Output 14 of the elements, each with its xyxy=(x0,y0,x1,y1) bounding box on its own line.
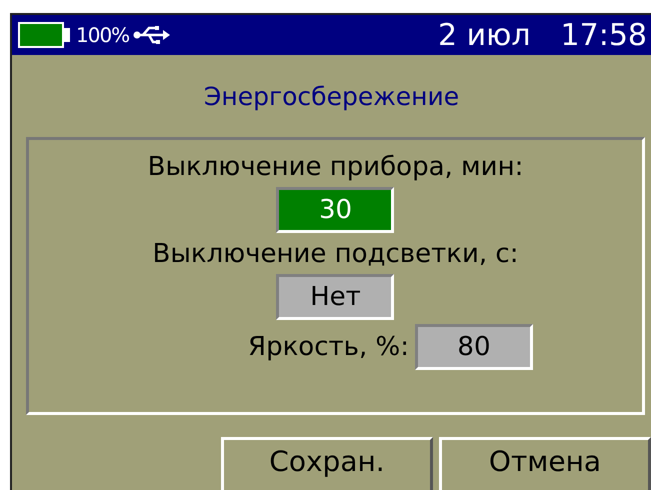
status-time: 17:58 xyxy=(560,18,647,52)
battery-percent: 100% xyxy=(76,23,130,47)
screen-title: Энергосбережение xyxy=(202,80,460,112)
status-date: 2 июл xyxy=(438,18,531,52)
softkey-button[interactable]: Сохран. xyxy=(221,437,433,490)
setting-label: Яркость, %: xyxy=(248,332,409,362)
value-field[interactable]: Нет xyxy=(276,274,394,320)
value-field[interactable]: 80 xyxy=(414,324,533,370)
battery-icon xyxy=(18,22,70,48)
softkey-button[interactable]: Отмена xyxy=(439,437,651,490)
value-field[interactable]: 30 xyxy=(276,187,394,233)
setting-label: Выключение прибора, мин: xyxy=(148,152,524,182)
usb-icon xyxy=(133,25,172,45)
setting-label: Выключение подсветки, с: xyxy=(152,239,518,269)
